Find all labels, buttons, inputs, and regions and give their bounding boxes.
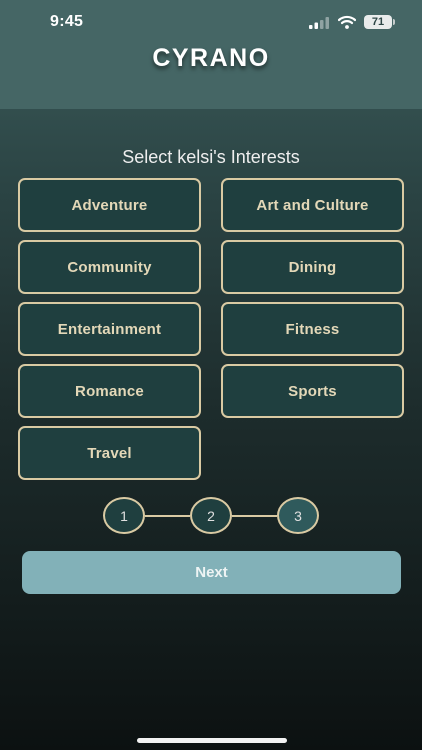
progress-stepper: 1 2 3 <box>103 497 319 534</box>
interests-grid: Adventure Art and Culture Community Dini… <box>18 178 404 480</box>
stepper-connector <box>232 515 277 517</box>
step-1[interactable]: 1 <box>103 497 145 534</box>
interest-community-button[interactable]: Community <box>18 240 201 294</box>
interest-dining-button[interactable]: Dining <box>221 240 404 294</box>
stepper-connector <box>145 515 190 517</box>
interest-entertainment-button[interactable]: Entertainment <box>18 302 201 356</box>
interest-sports-button[interactable]: Sports <box>221 364 404 418</box>
next-button[interactable]: Next <box>22 551 401 594</box>
battery-icon: 71 <box>364 15 392 29</box>
cellular-signal-icon <box>309 17 329 29</box>
interest-travel-button[interactable]: Travel <box>18 426 201 480</box>
step-3-current[interactable]: 3 <box>277 497 319 534</box>
wifi-icon <box>338 15 356 29</box>
interest-romance-button[interactable]: Romance <box>18 364 201 418</box>
section-title: Select kelsi's Interests <box>122 147 300 167</box>
step-2[interactable]: 2 <box>190 497 232 534</box>
home-indicator[interactable] <box>137 738 287 743</box>
status-time: 9:45 <box>50 13 84 30</box>
interest-fitness-button[interactable]: Fitness <box>221 302 404 356</box>
interest-art-and-culture-button[interactable]: Art and Culture <box>221 178 404 232</box>
app-title: CYRANO <box>152 44 270 72</box>
interest-adventure-button[interactable]: Adventure <box>18 178 201 232</box>
